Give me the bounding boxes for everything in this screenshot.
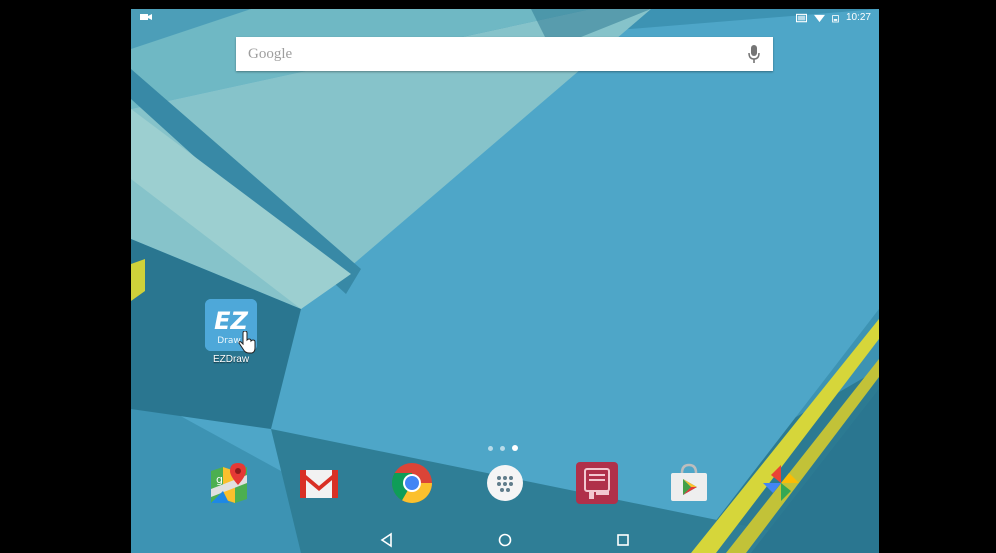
- photos-pinwheel-icon[interactable]: [759, 461, 803, 505]
- svg-text:g: g: [216, 473, 223, 486]
- dock: g: [131, 461, 879, 507]
- google-search-bar[interactable]: Google: [236, 37, 773, 71]
- book-icon[interactable]: [575, 461, 619, 505]
- cast-icon: [795, 13, 807, 22]
- app-drawer-icon[interactable]: [483, 461, 527, 505]
- status-bar: 10:27: [131, 9, 879, 27]
- page-letterbox: 10:27 Google EZ Draw EZDraw g: [0, 0, 996, 553]
- status-right-group: 10:27: [795, 12, 871, 24]
- battery-icon: [832, 14, 839, 22]
- back-icon[interactable]: [378, 531, 396, 549]
- recents-icon[interactable]: [614, 531, 632, 549]
- home-icon[interactable]: [496, 531, 514, 549]
- wifi-icon: [813, 14, 825, 22]
- maps-icon[interactable]: g: [207, 461, 251, 505]
- chrome-icon[interactable]: [390, 461, 434, 505]
- mic-icon[interactable]: [747, 45, 761, 63]
- page-dot-3-active: [512, 445, 518, 451]
- page-dot-1: [488, 445, 493, 451]
- gmail-icon[interactable]: [297, 461, 341, 505]
- page-indicator: [488, 445, 518, 451]
- android-home-screen: 10:27 Google EZ Draw EZDraw g: [131, 9, 879, 553]
- ezdraw-label: EZDraw: [212, 354, 250, 365]
- navigation-bar: [131, 525, 879, 553]
- status-clock: 10:27: [845, 12, 871, 23]
- play-store-icon[interactable]: [667, 461, 711, 505]
- page-dot-2: [500, 445, 505, 451]
- video-camera-icon: [140, 14, 152, 20]
- search-placeholder[interactable]: Google: [248, 46, 747, 63]
- hand-cursor-icon: [238, 331, 256, 354]
